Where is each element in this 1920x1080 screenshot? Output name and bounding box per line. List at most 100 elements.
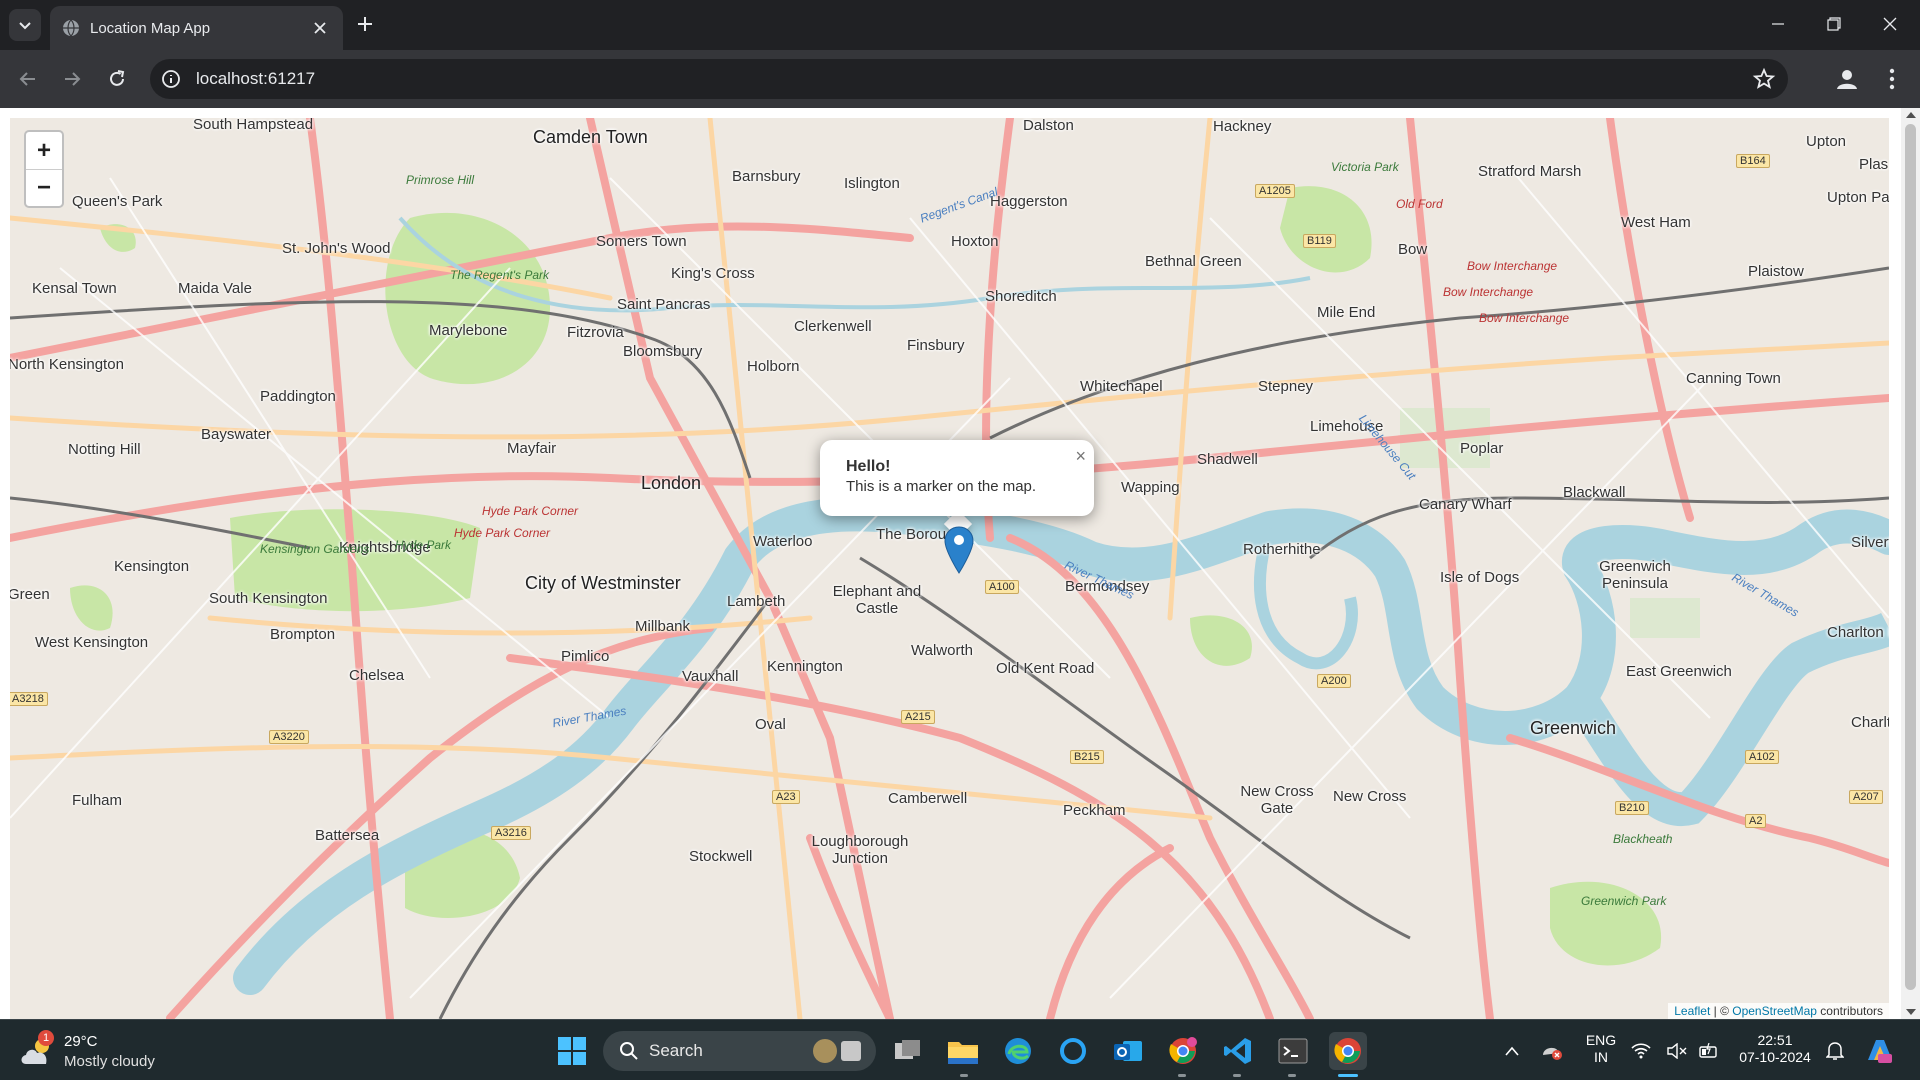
interchange-label: Bow Interchange — [1467, 259, 1558, 273]
restore-button[interactable] — [1806, 0, 1862, 48]
chevron-up-icon — [1505, 1046, 1519, 1056]
place-label: New Cross — [1333, 788, 1407, 805]
place-label: Greenwich — [1530, 718, 1617, 738]
place-label: Paddington — [260, 388, 336, 405]
place-label: Upton — [1806, 133, 1847, 150]
edge-button[interactable] — [999, 1032, 1037, 1070]
windows-logo-icon — [558, 1037, 586, 1065]
outlook-button[interactable] — [1109, 1032, 1147, 1070]
running-indicator — [1178, 1074, 1186, 1077]
zoom-in-button[interactable]: + — [26, 132, 62, 169]
zoom-control: + − — [24, 130, 64, 208]
new-tab-button[interactable] — [351, 10, 379, 38]
popup-close-button[interactable]: × — [1075, 446, 1086, 467]
park-label: Hyde Park — [395, 538, 452, 552]
copilot-icon — [1060, 1038, 1086, 1064]
copilot-tray-button[interactable] — [1861, 1032, 1897, 1070]
back-button[interactable] — [10, 61, 46, 97]
file-explorer-button[interactable] — [944, 1032, 982, 1070]
bookmark-star-icon[interactable] — [1752, 67, 1776, 91]
road-label: B119 — [1303, 234, 1336, 248]
clock[interactable]: 22:51 07-10-2024 — [1734, 1032, 1816, 1066]
start-button[interactable] — [553, 1032, 591, 1070]
language-indicator[interactable]: ENG IN — [1583, 1032, 1619, 1066]
marker-popup: Hello! This is a marker on the map. × — [820, 440, 1094, 516]
notifications-button[interactable] — [1820, 1032, 1850, 1070]
place-label: Waterloo — [753, 533, 813, 550]
security-alert-icon — [1543, 1047, 1562, 1060]
road-label: A3218 — [10, 692, 48, 706]
osm-link[interactable]: OpenStreetMap — [1732, 1004, 1817, 1018]
forward-button[interactable] — [54, 61, 90, 97]
weather-widget[interactable]: 1 29°C Mostly cloudy — [20, 1030, 180, 1074]
tab-close-button[interactable] — [309, 17, 331, 39]
vscode-button[interactable] — [1219, 1032, 1257, 1070]
place-label: West Ham — [1621, 214, 1691, 231]
globe-icon — [63, 19, 79, 37]
attribution-suffix: contributors — [1816, 1004, 1883, 1018]
battery-button[interactable] — [1694, 1032, 1724, 1070]
place-label: Brompton — [270, 626, 336, 643]
more-vertical-icon — [1889, 68, 1895, 90]
place-label: Whitechapel — [1080, 378, 1163, 395]
scroll-thumb[interactable] — [1905, 124, 1916, 990]
place-label: Holborn — [747, 358, 800, 375]
place-label: Bayswater — [201, 426, 272, 443]
map-attribution: Leaflet | © OpenStreetMap contributors — [1668, 1003, 1889, 1019]
copilot-pre-icon — [1868, 1040, 1892, 1063]
place-label: Loughborough Junction — [811, 833, 909, 867]
place-label: Dalston — [1023, 118, 1074, 134]
map-marker-icon[interactable] — [944, 526, 974, 574]
road-label: A207 — [1849, 790, 1883, 804]
url-text[interactable]: localhost:61217 — [196, 69, 315, 89]
copilot-button[interactable] — [1054, 1032, 1092, 1070]
reload-icon — [110, 70, 125, 86]
zoom-out-button[interactable]: − — [26, 169, 62, 206]
road-label: B215 — [1070, 750, 1104, 764]
chrome-button[interactable] — [1329, 1032, 1367, 1070]
scroll-up-arrow-icon[interactable] — [1906, 112, 1916, 118]
plus-icon — [358, 17, 372, 31]
tab-title: Location Map App — [90, 20, 211, 37]
volume-muted-icon — [1667, 1043, 1687, 1059]
profile-button[interactable] — [1832, 64, 1862, 94]
region-label: IN — [1594, 1049, 1608, 1065]
place-label: Hackney — [1213, 118, 1272, 135]
active-tab[interactable]: Location Map App — [50, 6, 343, 50]
leaflet-link[interactable]: Leaflet — [1674, 1004, 1710, 1018]
tray-app-button[interactable] — [1533, 1032, 1571, 1070]
interchange-label: Bow Interchange — [1479, 311, 1570, 325]
clock-date: 07-10-2024 — [1739, 1049, 1811, 1065]
place-label: Isle of Dogs — [1440, 569, 1520, 586]
tab-search-button[interactable] — [9, 9, 41, 41]
minimize-button[interactable] — [1750, 0, 1806, 48]
bell-icon — [1826, 1042, 1844, 1060]
weather-description: Mostly cloudy — [64, 1053, 155, 1070]
place-label: Charlton R — [1827, 624, 1889, 641]
map-container[interactable]: South Hampstead Camden Town Dalston Hack… — [10, 118, 1889, 1019]
wifi-button[interactable] — [1626, 1032, 1656, 1070]
site-info-icon[interactable] — [160, 68, 182, 90]
scroll-down-arrow-icon[interactable] — [1906, 1009, 1916, 1015]
task-view-button[interactable] — [889, 1032, 927, 1070]
page-scrollbar[interactable] — [1901, 108, 1920, 1019]
chrome-profile-button[interactable] — [1164, 1032, 1202, 1070]
volume-button[interactable] — [1662, 1032, 1692, 1070]
place-label: Poplar — [1460, 440, 1504, 457]
taskbar-search[interactable]: Search — [603, 1031, 876, 1071]
chrome-icon — [1334, 1038, 1361, 1064]
place-label: Plaistow — [1748, 263, 1804, 280]
taskbar: 1 29°C Mostly cloudy Search ENG IN 22:51… — [0, 1019, 1920, 1080]
place-label: Camberwell — [888, 790, 968, 807]
reload-button[interactable] — [99, 61, 135, 97]
address-bar[interactable]: localhost:61217 — [150, 59, 1788, 99]
interchange-label: Hyde Park Corner — [482, 504, 579, 518]
close-window-button[interactable] — [1862, 0, 1918, 48]
place-label: King's Cross — [671, 265, 755, 282]
language-label: ENG — [1585, 1032, 1617, 1048]
place-label: Elephant and Castle — [832, 583, 922, 617]
show-hidden-icons-button[interactable] — [1493, 1032, 1531, 1070]
menu-button[interactable] — [1877, 64, 1907, 94]
terminal-button[interactable] — [1274, 1032, 1312, 1070]
place-label: Stratford Marsh — [1478, 163, 1582, 180]
